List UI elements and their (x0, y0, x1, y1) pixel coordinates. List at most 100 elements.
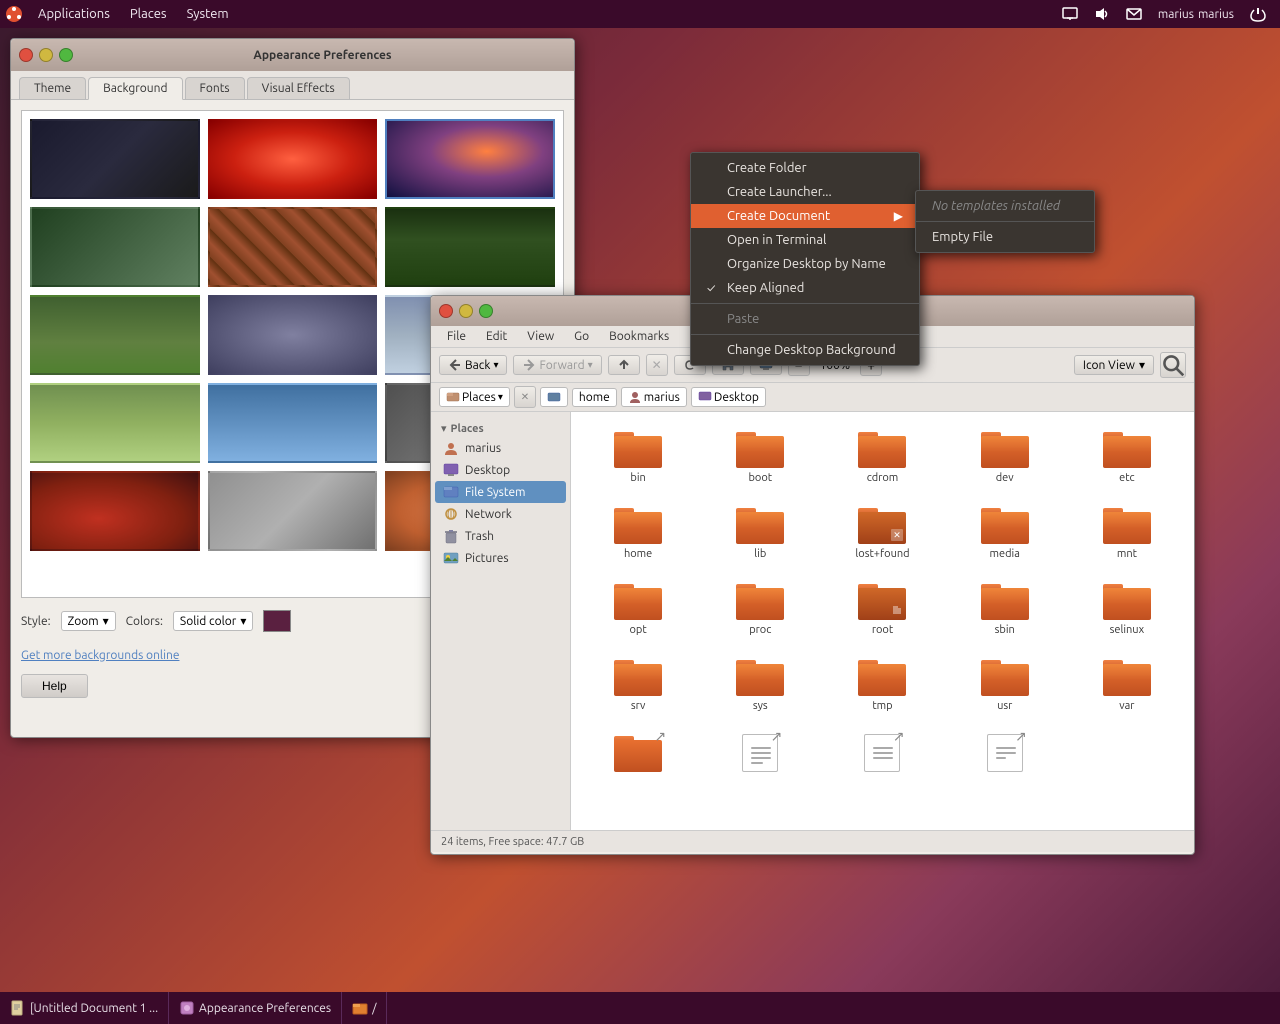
ctx-open-terminal[interactable]: Open in Terminal (691, 228, 919, 252)
bg-thumb-4[interactable] (208, 207, 378, 287)
fm-maximize-button[interactable]: + (479, 304, 493, 318)
taskbar: [Untitled Document 1 ... Appearance Pref… (0, 992, 1280, 1024)
context-menu: Create Folder Create Launcher... Create … (690, 152, 920, 366)
bg-thumb-6[interactable] (30, 295, 200, 375)
fm-close-button[interactable]: ✕ (439, 304, 453, 318)
bg-thumb-13[interactable] (208, 471, 378, 551)
folder-opt[interactable]: opt (581, 574, 695, 642)
fm-menu-go[interactable]: Go (566, 328, 597, 345)
email-icon[interactable] (1120, 0, 1148, 28)
tab-visual-effects[interactable]: Visual Effects (247, 77, 350, 99)
folder-boot[interactable]: boot (703, 422, 817, 490)
bg-thumb-1[interactable] (208, 119, 378, 199)
tab-theme[interactable]: Theme (19, 77, 86, 99)
fm-menu-view[interactable]: View (519, 328, 562, 345)
folder-tmp[interactable]: tmp (825, 650, 939, 718)
sidebar-item-filesystem[interactable]: File System (435, 481, 566, 503)
folder-sbin[interactable]: sbin (948, 574, 1062, 642)
taskbar-item-document[interactable]: [Untitled Document 1 ... (0, 992, 169, 1024)
folder-lost[interactable]: ✕ lost+found (825, 498, 939, 566)
folder-media[interactable]: media (948, 498, 1062, 566)
forward-button[interactable]: Forward ▾ (513, 355, 601, 375)
ctx-change-background[interactable]: Change Desktop Background (691, 338, 919, 362)
applications-menu[interactable]: Applications (28, 0, 120, 28)
system-menu[interactable]: System (177, 0, 239, 28)
folder-home[interactable]: home (581, 498, 695, 566)
folder-etc[interactable]: etc (1070, 422, 1184, 490)
submenu-empty-file[interactable]: Empty File (916, 225, 1094, 249)
folder-selinux[interactable]: selinux (1070, 574, 1184, 642)
sidebar-item-desktop[interactable]: Desktop (435, 459, 566, 481)
folder-root[interactable]: root (825, 574, 939, 642)
sidebar-header: ▾ Places (435, 420, 566, 437)
appearance-titlebar: ✕ − + Appearance Preferences (11, 39, 574, 71)
location-crumb-places[interactable]: Places ▾ (439, 387, 510, 407)
bg-thumb-7[interactable] (208, 295, 378, 375)
doc-item-2[interactable]: ↗ (825, 726, 939, 778)
ubuntu-logo-icon (0, 0, 28, 28)
up-button[interactable] (608, 355, 640, 375)
power-icon[interactable] (1244, 0, 1272, 28)
bg-thumb-9[interactable] (30, 383, 200, 463)
search-button[interactable] (1160, 352, 1186, 378)
taskbar-item-appearance[interactable]: Appearance Preferences (169, 992, 342, 1024)
bg-thumb-0[interactable] (30, 119, 200, 199)
folder-cdrom[interactable]: cdrom (825, 422, 939, 490)
bg-thumb-12[interactable] (30, 471, 200, 551)
folder-bin[interactable]: bin (581, 422, 695, 490)
location-close-button[interactable]: ✕ (514, 386, 536, 408)
fm-menu-edit[interactable]: Edit (478, 328, 515, 345)
get-backgrounds-link[interactable]: Get more backgrounds online (21, 649, 179, 662)
view-select[interactable]: Icon View ▾ (1074, 355, 1154, 375)
fm-menu-file[interactable]: File (439, 328, 474, 345)
sidebar-item-network[interactable]: Network (435, 503, 566, 525)
folder-sys[interactable]: sys (703, 650, 817, 718)
minimize-button[interactable]: − (39, 48, 53, 62)
bg-thumb-3[interactable] (30, 207, 200, 287)
ctx-keep-aligned[interactable]: ✓ Keep Aligned (691, 276, 919, 300)
folder-proc[interactable]: proc (703, 574, 817, 642)
folder-var[interactable]: var (1070, 650, 1184, 718)
sidebar-item-trash[interactable]: Trash (435, 525, 566, 547)
back-button[interactable]: Back ▾ (439, 355, 507, 375)
taskbar-item-folder[interactable]: / (342, 992, 387, 1024)
sidebar-item-pictures[interactable]: Pictures (435, 547, 566, 569)
ctx-organize-desktop[interactable]: Organize Desktop by Name (691, 252, 919, 276)
doc-item-1[interactable]: ↗ (703, 726, 817, 778)
crumb-home[interactable]: home (572, 388, 617, 407)
crumb-marius[interactable]: marius (621, 387, 687, 407)
ctx-create-document[interactable]: Create Document ▶ (691, 204, 919, 228)
tab-fonts[interactable]: Fonts (185, 77, 245, 99)
doc-item-0[interactable]: ↗ (581, 726, 695, 778)
colors-select[interactable]: Solid color ▾ (173, 611, 253, 631)
bg-thumb-2[interactable] (385, 119, 555, 199)
style-select[interactable]: Zoom ▾ (61, 611, 116, 631)
help-button[interactable]: Help (21, 674, 88, 698)
bg-thumb-10[interactable] (208, 383, 378, 463)
folder-usr[interactable]: usr (948, 650, 1062, 718)
volume-icon[interactable] (1088, 0, 1116, 28)
doc-item-3[interactable]: ↗ (948, 726, 1062, 778)
color-swatch[interactable] (263, 610, 291, 632)
crumb-filesystem[interactable] (540, 387, 568, 407)
ctx-create-launcher[interactable]: Create Launcher... (691, 180, 919, 204)
bg-thumb-5[interactable] (385, 207, 555, 287)
folder-lib[interactable]: lib (703, 498, 817, 566)
fm-menu-bookmarks[interactable]: Bookmarks (601, 328, 677, 345)
maximize-button[interactable]: + (59, 48, 73, 62)
sidebar-item-marius[interactable]: marius (435, 437, 566, 459)
folder-mnt[interactable]: mnt (1070, 498, 1184, 566)
statusbar-text: 24 items, Free space: 47.7 GB (441, 836, 584, 848)
places-menu[interactable]: Places (120, 0, 177, 28)
crumb-desktop[interactable]: Desktop (691, 387, 766, 407)
ctx-create-folder[interactable]: Create Folder (691, 156, 919, 180)
folder-dev[interactable]: dev (948, 422, 1062, 490)
close-button[interactable]: ✕ (19, 48, 33, 62)
tab-background[interactable]: Background (88, 77, 182, 100)
fm-minimize-button[interactable]: − (459, 304, 473, 318)
filemanager-content[interactable]: bin boot cdrom dev etc (571, 412, 1194, 830)
colors-label: Colors: (126, 615, 163, 628)
stop-button[interactable]: ✕ (646, 354, 668, 376)
monitor-icon[interactable] (1056, 0, 1084, 28)
folder-srv[interactable]: srv (581, 650, 695, 718)
